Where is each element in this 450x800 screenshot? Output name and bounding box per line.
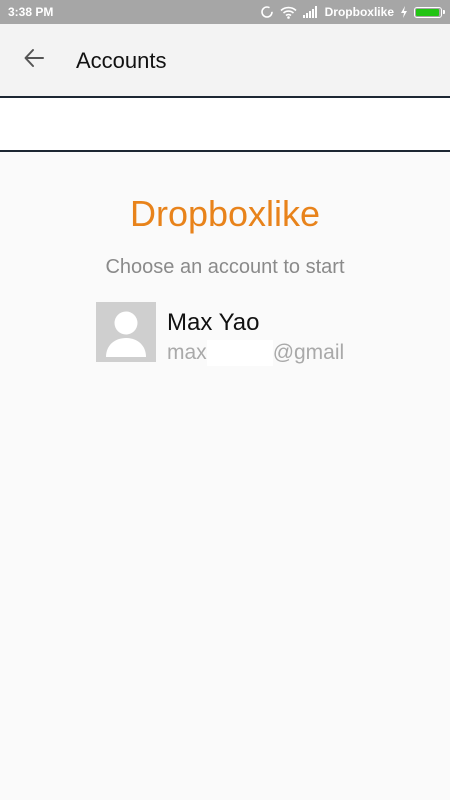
battery-level-fill <box>416 8 439 16</box>
account-email-suffix: @gmail <box>272 341 345 364</box>
person-icon <box>96 311 156 362</box>
brand-title: Dropboxlike <box>129 193 321 234</box>
status-icons: Dropboxlike <box>260 3 445 21</box>
status-time: 3:38 PM <box>8 5 54 19</box>
choose-account-text: Choose an account to start <box>105 256 345 278</box>
account-email: max @gmail <box>167 340 344 366</box>
wifi-icon <box>280 6 297 19</box>
arrow-left-icon <box>22 46 46 74</box>
sync-icon <box>260 5 274 19</box>
account-name: Max Yao <box>167 309 260 336</box>
back-button[interactable] <box>14 40 54 80</box>
app-bar: Accounts <box>0 24 450 96</box>
account-chooser: Dropboxlike Choose an account to start M… <box>0 152 450 800</box>
account-item[interactable]: Max Yao max @gmail <box>96 302 366 366</box>
email-redaction <box>206 340 273 366</box>
status-app-name: Dropboxlike <box>324 5 394 19</box>
status-bar: 3:38 PM Dropboxlike <box>0 0 450 24</box>
battery-icon <box>414 6 445 18</box>
page-title: Accounts <box>76 48 167 73</box>
signal-icon <box>302 6 319 18</box>
account-email-prefix: max <box>167 341 207 364</box>
avatar <box>96 302 156 362</box>
web-content-strip <box>0 96 450 152</box>
charging-icon <box>400 6 408 18</box>
